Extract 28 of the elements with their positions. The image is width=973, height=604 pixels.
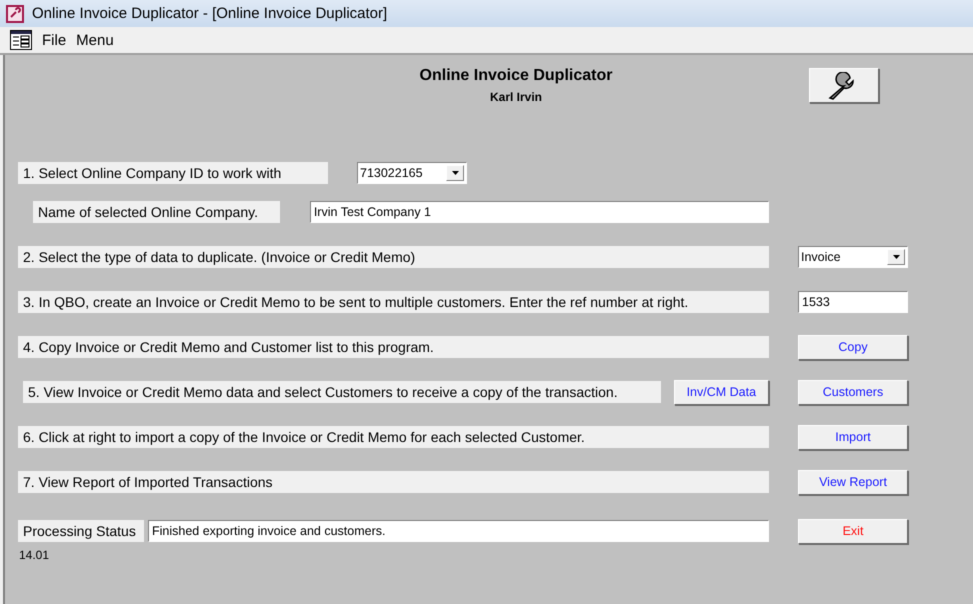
action-button[interactable]: View Report [798,470,908,494]
status-label: Processing Status [18,520,144,542]
window-title: Online Invoice Duplicator - [Online Invoice Duplicator] [32,5,388,22]
app-icon [6,4,24,22]
form-title: Online Invoice Duplicator [420,67,612,85]
action-button[interactable]: Customers [798,380,908,404]
step-label: 1. Select Online Company ID to work with [18,162,328,184]
inv-cm-data-button[interactable]: Inv/CM Data [674,380,769,404]
settings-button[interactable] [809,68,879,103]
step-label: 3. In QBO, create an Invoice or Credit Memo to be sent to multiple customers. Enter the ref number at right. [18,291,769,313]
step-label: 2. Select the type of data to duplicate. (Invoice or Credit Memo) [18,246,769,268]
user-name: Karl Irvin [490,90,542,104]
form-icon[interactable] [10,30,32,50]
step-label: 7. View Report of Imported Transactions [18,471,769,493]
ref-number-field[interactable]: 1533 [798,291,908,313]
menu-item[interactable]: Menu [76,32,114,48]
action-button[interactable]: Import [798,424,908,450]
step-label: 6. Click at right to import a copy of the Invoice or Credit Memo for each selected Customer. [18,426,769,448]
version-label: 14.01 [19,548,50,562]
status-field: Finished exporting invoice and customers. [148,520,769,542]
step-label: 4. Copy Invoice or Credit Memo and Customer list to this program. [18,336,769,358]
field-label: Name of selected Online Company. [33,201,280,223]
company-name-field[interactable]: Irvin Test Company 1 [310,201,769,223]
dropdown[interactable]: Invoice [798,246,908,268]
dropdown[interactable]: 713022165 [357,162,467,184]
menu-item[interactable]: File [42,32,66,48]
step-label: 5. View Invoice or Credit Memo data and select Customers to receive a copy of the transaction. [23,381,661,403]
action-button[interactable]: Copy [798,334,908,360]
